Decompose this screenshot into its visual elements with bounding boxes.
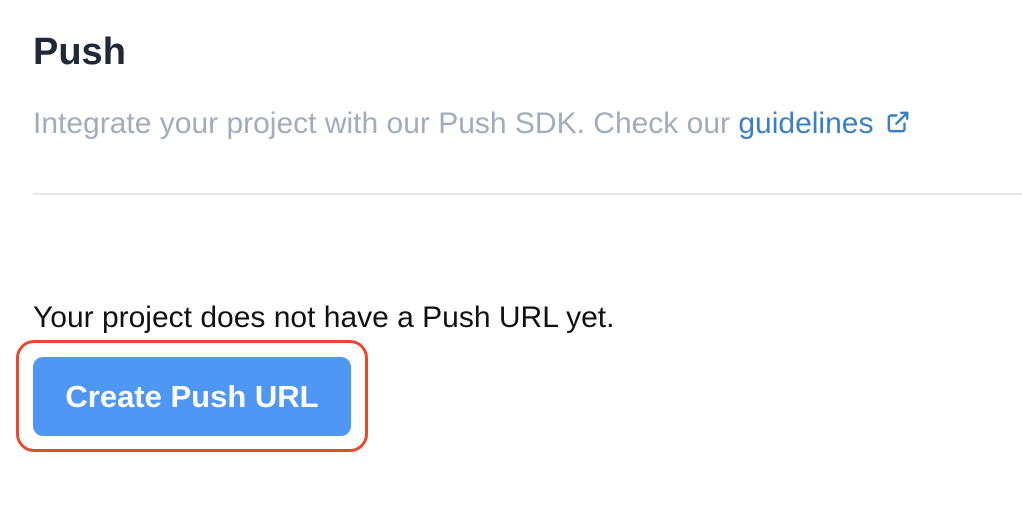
page-title: Push [33, 31, 126, 73]
create-push-url-button[interactable]: Create Push URL [33, 357, 351, 436]
section-divider [33, 193, 1022, 195]
guidelines-link[interactable]: guidelines [738, 107, 911, 140]
empty-state-message: Your project does not have a Push URL ye… [33, 301, 615, 334]
description-text: Integrate your project with our Push SDK… [33, 107, 739, 140]
guidelines-link-label: guidelines [738, 107, 874, 140]
section-description: Integrate your project with our Push SDK… [33, 104, 911, 144]
external-link-icon [888, 111, 909, 133]
